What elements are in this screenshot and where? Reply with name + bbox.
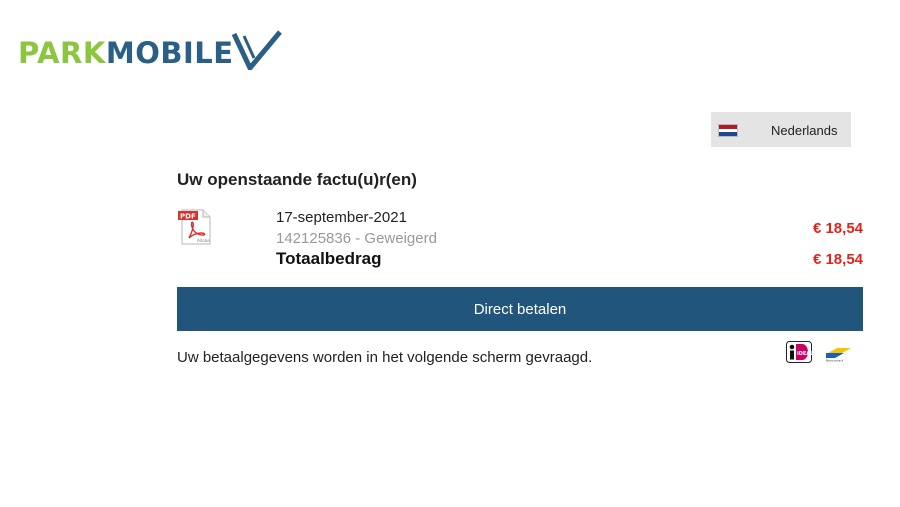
netherlands-flag-icon bbox=[718, 124, 738, 137]
logo-mobile: MOBILE bbox=[105, 36, 234, 70]
svg-text:PDF: PDF bbox=[180, 213, 196, 221]
invoice-number-status: 142125836 - Geweigerd bbox=[276, 230, 437, 247]
logo-check-icon bbox=[231, 30, 282, 70]
total-label: Totaalbedrag bbox=[276, 249, 382, 268]
language-label: Nederlands bbox=[771, 123, 838, 138]
pay-now-button[interactable]: Direct betalen bbox=[177, 287, 863, 331]
invoice-date: 17-september-2021 bbox=[276, 209, 407, 226]
parkmobile-logo: PARKMOBILE bbox=[18, 30, 282, 70]
svg-text:Bancontact: Bancontact bbox=[826, 359, 844, 363]
invoices-heading: Uw openstaande factu(u)r(en) bbox=[177, 170, 417, 189]
total-amount: € 18,54 bbox=[812, 251, 863, 268]
logo-park: PARK bbox=[18, 36, 106, 70]
bancontact-icon: Bancontact bbox=[826, 348, 851, 363]
payment-info-note: Uw betaalgegevens worden in het volgende… bbox=[177, 349, 593, 366]
invoice-amount: € 18,54 bbox=[812, 220, 863, 237]
pdf-icon[interactable]: PDF Adobe bbox=[177, 208, 213, 246]
svg-text:Adobe: Adobe bbox=[197, 238, 210, 243]
logo-text: PARKMOBILE bbox=[18, 39, 234, 68]
ideal-icon: iDEAL bbox=[786, 341, 812, 363]
language-selector[interactable]: Nederlands bbox=[711, 112, 851, 147]
svg-text:iDEAL: iDEAL bbox=[797, 351, 812, 357]
